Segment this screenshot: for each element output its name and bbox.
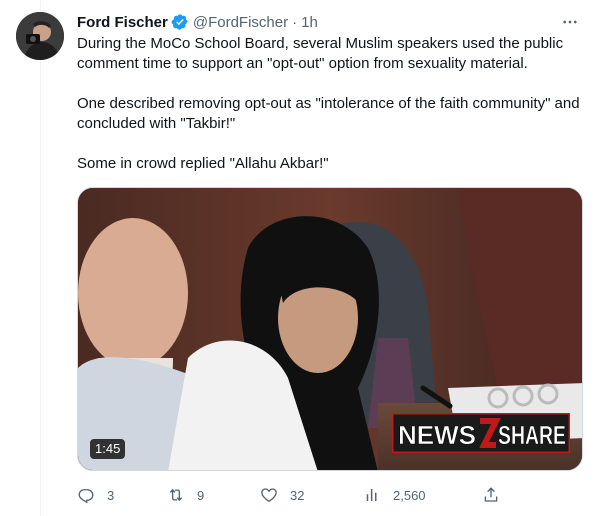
verified-badge-icon [171,13,189,31]
views-button[interactable]: 2,560 [363,483,426,507]
retweet-count: 9 [197,487,205,503]
share-button[interactable] [482,483,512,507]
reply-count: 3 [107,487,115,503]
share-icon [484,487,498,502]
tweet-header: Ford Fischer @FordFischer · 1h [77,12,582,32]
reply-button[interactable]: 3 [77,483,114,507]
tweet-paragraph: During the MoCo School Board, several Mu… [77,35,564,72]
logo-text-share: SHARE [498,420,566,450]
video-player[interactable]: 1:45 NEWS SHARE [77,187,583,471]
like-count: 32 [290,487,305,503]
logo-text-news: NEWS [398,420,476,450]
author-name[interactable]: Ford Fischer [77,14,168,31]
heart-icon [261,488,277,503]
tweet-timestamp[interactable]: 1h [301,14,318,31]
more-dots-icon[interactable] [558,10,582,34]
retweet-icon [169,488,183,502]
header-separator: · [292,13,298,31]
reply-icon [78,489,94,504]
tweet-paragraph: One described removing opt-out as "intol… [77,95,580,132]
view-count: 2,560 [393,487,426,503]
tweet[interactable]: Ford Fischer @FordFischer · 1h During th… [0,0,598,516]
views-chart-icon [366,489,377,501]
tweet-text: During the MoCo School Board, several Mu… [77,34,587,174]
retweet-button[interactable]: 9 [167,483,204,507]
tweet-paragraph: Some in crowd replied "Allahu Akbar!" [77,155,329,172]
news2share-logo: NEWS SHARE [392,413,570,453]
author-handle[interactable]: @FordFischer [193,14,288,31]
avatar[interactable] [16,12,64,60]
tweet-actions: 3 9 32 2,560 [77,483,507,507]
video-duration: 1:45 [90,439,126,459]
like-button[interactable]: 32 [260,483,304,507]
